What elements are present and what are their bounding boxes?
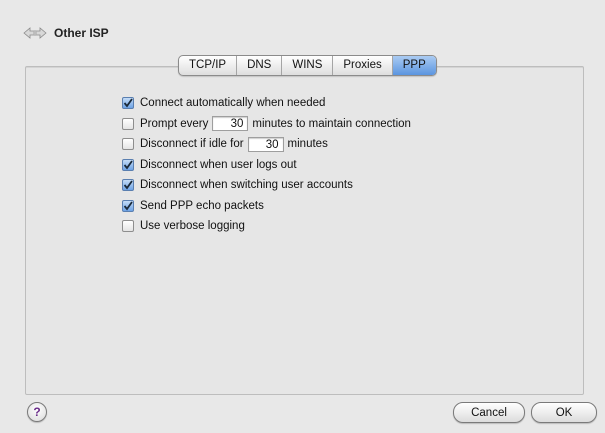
ok-button[interactable]: OK (531, 402, 597, 423)
option-disconnect-logout: Disconnect when user logs out (122, 155, 411, 176)
option-echo-packets: Send PPP echo packets (122, 196, 411, 217)
disconnect-logout-label: Disconnect when user logs out (140, 158, 297, 171)
option-connect-automatically: Connect automatically when needed (122, 93, 411, 114)
option-prompt-every: Prompt every 30 minutes to maintain conn… (122, 114, 411, 135)
tab-ppp[interactable]: PPP (392, 56, 436, 75)
tab-wins[interactable]: WINS (282, 56, 334, 75)
checkmark-icon (123, 180, 133, 190)
checkmark-icon (123, 98, 133, 108)
idle-minutes-field[interactable]: 30 (247, 136, 284, 152)
tab-dns[interactable]: DNS (237, 56, 283, 75)
prompt-every-suffix: minutes to maintain connection (252, 117, 411, 130)
disconnect-switching-checkbox[interactable] (122, 179, 134, 192)
prompt-every-label: Prompt every (140, 117, 209, 130)
help-button[interactable]: ? (27, 402, 47, 422)
prompt-every-checkbox[interactable] (122, 117, 134, 130)
verbose-logging-label: Use verbose logging (140, 220, 245, 233)
preferences-window: Other ISP TCP/IP DNS WINS Proxies PPP Co… (0, 0, 605, 433)
disconnect-idle-label: Disconnect if idle for (140, 138, 244, 151)
option-disconnect-idle: Disconnect if idle for 30 minutes (122, 134, 411, 155)
ppp-options: Connect automatically when needed Prompt… (122, 93, 411, 237)
checkmark-icon (123, 160, 133, 170)
option-verbose-logging: Use verbose logging (122, 216, 411, 237)
window-header: Other ISP (22, 22, 109, 44)
disconnect-switching-label: Disconnect when switching user accounts (140, 179, 353, 192)
disconnect-logout-checkbox[interactable] (122, 158, 134, 171)
verbose-logging-checkbox[interactable] (122, 220, 134, 233)
connect-automatically-checkbox[interactable] (122, 97, 134, 110)
prompt-minutes-field[interactable]: 30 (212, 116, 249, 132)
network-arrows-icon (22, 24, 48, 42)
tab-tcpip[interactable]: TCP/IP (179, 56, 238, 75)
disconnect-idle-checkbox[interactable] (122, 138, 134, 151)
echo-packets-label: Send PPP echo packets (140, 199, 264, 212)
connect-automatically-label: Connect automatically when needed (140, 97, 326, 110)
echo-packets-checkbox[interactable] (122, 199, 134, 212)
page-title: Other ISP (54, 26, 109, 40)
option-disconnect-switching: Disconnect when switching user accounts (122, 175, 411, 196)
disconnect-idle-suffix: minutes (287, 138, 328, 151)
checkmark-icon (123, 201, 133, 211)
tab-bar: TCP/IP DNS WINS Proxies PPP (178, 55, 437, 76)
tab-proxies[interactable]: Proxies (333, 56, 393, 75)
cancel-button[interactable]: Cancel (453, 402, 525, 423)
